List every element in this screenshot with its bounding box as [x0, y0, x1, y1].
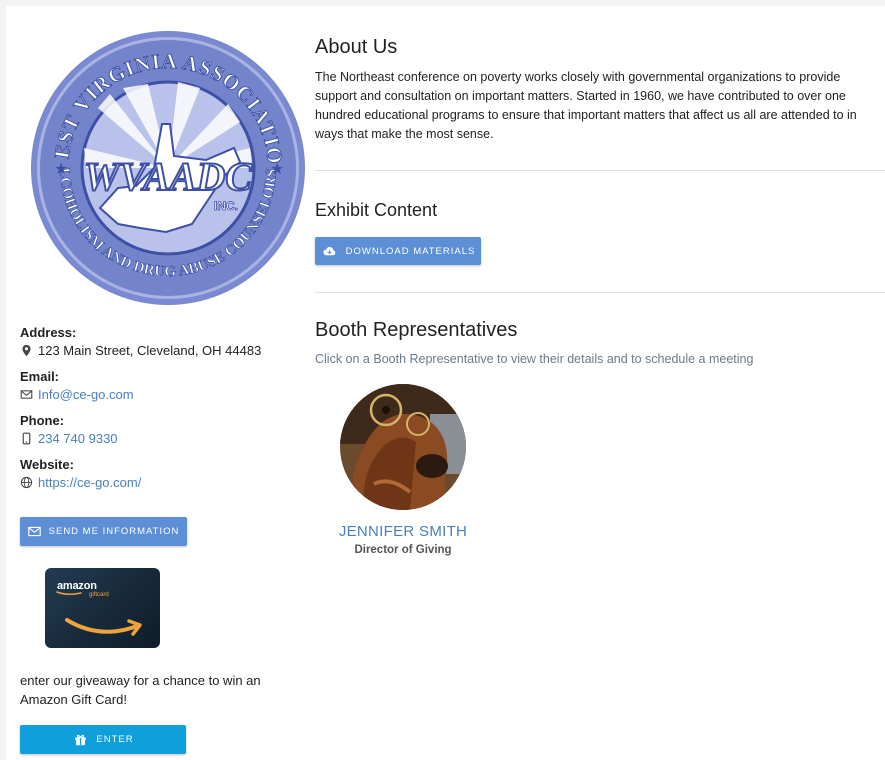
- location-pin-icon: [20, 344, 33, 357]
- booth-representatives-subtitle: Click on a Booth Representative to view …: [315, 352, 754, 366]
- booth-rep-card[interactable]: JENNIFER SMITH Director of Giving: [331, 384, 475, 556]
- giveaway-text: enter our giveaway for a chance to win a…: [20, 673, 261, 707]
- send-me-information-button[interactable]: SEND ME INFORMATION: [20, 517, 187, 546]
- section-divider: [315, 170, 885, 171]
- logo-acronym: WVAADC: [84, 154, 254, 199]
- envelope-icon: [27, 525, 41, 538]
- about-us-heading: About Us: [315, 36, 398, 58]
- phone-field: Phone: 234 740 9330: [20, 412, 300, 447]
- enter-giveaway-label: ENTER: [96, 734, 134, 745]
- phone-link[interactable]: 234 740 9330: [38, 430, 118, 447]
- website-label: Website:: [20, 457, 74, 472]
- svg-text:★: ★: [270, 161, 284, 178]
- cloud-download-icon: [321, 243, 338, 260]
- envelope-icon: [20, 388, 33, 401]
- email-field: Email: Info@ce-go.com: [20, 368, 300, 403]
- download-materials-button[interactable]: DOWNLOAD MATERIALS: [315, 237, 481, 265]
- website-field: Website: https://ce-go.com/: [20, 456, 300, 491]
- amazon-smile-icon: [56, 591, 142, 636]
- logo-suffix: INC.: [214, 199, 238, 213]
- section-divider: [315, 292, 885, 293]
- globe-icon: [20, 476, 33, 489]
- exhibitor-card: WVAADC INC. WEST VIRGINIA ASSOCIATION OF…: [6, 6, 885, 760]
- wvaadc-logo-icon: WVAADC INC. WEST VIRGINIA ASSOCIATION OF…: [17, 9, 308, 308]
- rep-role: Director of Giving: [354, 544, 452, 556]
- phone-label: Phone:: [20, 413, 65, 428]
- gift-icon: [72, 732, 88, 748]
- address-value: 123 Main Street, Cleveland, OH 44483: [38, 343, 262, 358]
- amazon-giftcard-image: amazon giftcard: [45, 568, 160, 648]
- contact-info: Address: 123 Main Street, Cleveland, OH …: [20, 324, 300, 500]
- email-link[interactable]: Info@ce-go.com: [38, 386, 134, 403]
- enter-giveaway-button[interactable]: ENTER: [20, 725, 186, 754]
- address-field: Address: 123 Main Street, Cleveland, OH …: [20, 324, 300, 359]
- booth-representatives-heading: Booth Representatives: [315, 319, 518, 341]
- download-materials-label: DOWNLOAD MATERIALS: [345, 245, 476, 257]
- address-label: Address:: [20, 325, 77, 340]
- rep-name[interactable]: JENNIFER SMITH: [331, 523, 475, 540]
- exhibit-content-heading: Exhibit Content: [315, 200, 438, 220]
- send-me-information-label: SEND ME INFORMATION: [48, 526, 180, 537]
- rep-avatar[interactable]: [340, 384, 466, 510]
- email-label: Email:: [20, 369, 60, 384]
- svg-text:★: ★: [54, 161, 68, 178]
- phone-icon: [20, 432, 33, 445]
- website-link[interactable]: https://ce-go.com/: [38, 474, 141, 491]
- about-us-body: The Northeast conference on poverty work…: [315, 70, 857, 141]
